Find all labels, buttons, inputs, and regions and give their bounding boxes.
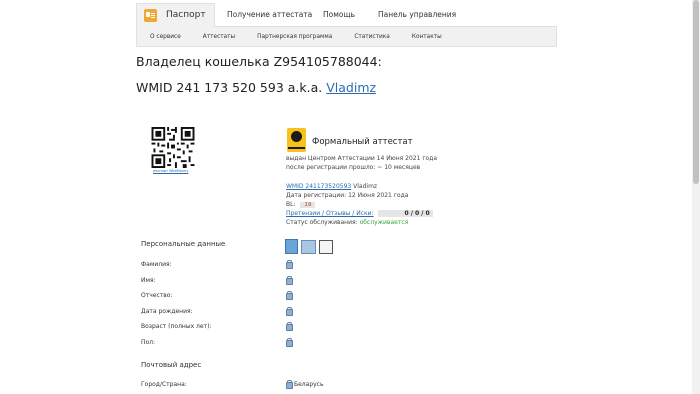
lock-icon	[286, 322, 293, 331]
tab-passport[interactable]: Паспорт	[136, 3, 215, 27]
scrollbar-thumb[interactable]	[693, 0, 699, 184]
attestat-title: Формальный аттестат	[312, 137, 413, 147]
owner-title: Владелец кошелька Z954105788044:	[136, 54, 382, 69]
row-country: Город/Страна:	[141, 381, 187, 388]
claims-link[interactable]: Претензии / Отзывы / Иски:	[286, 210, 374, 217]
reg-date: Дата регистрации: 12 Июня 2021 года	[286, 192, 409, 199]
lock-icon	[286, 307, 293, 316]
lock-icon	[286, 276, 293, 285]
lock-icon	[286, 260, 293, 269]
wmid-text: WMID 241 173 520 593 a.k.a.	[136, 80, 323, 95]
person-lock-icon[interactable]	[319, 240, 333, 254]
scrollbar[interactable]	[692, 0, 700, 394]
nick-link[interactable]: Vladimz	[326, 80, 376, 95]
header: Паспорт Получение аттестата Помощь Панел…	[136, 3, 557, 47]
personal-icons	[285, 239, 333, 254]
sub-nav: О сервисе Аттестаты Партнерская программ…	[136, 26, 557, 47]
bl-badge[interactable]: 19	[300, 202, 316, 208]
passport-icon	[144, 9, 157, 22]
qr-caption[interactable]: паспорт WebMoney	[153, 169, 188, 173]
row-birthdate: Дата рождения:	[141, 308, 193, 315]
lock-icon	[286, 380, 293, 389]
wmid-line: WMID 241 173 520 593 a.k.a. Vladimz	[136, 80, 376, 95]
wmid-link[interactable]: WMID 241173520593	[286, 183, 351, 190]
row-age: Возраст (полных лет):	[141, 323, 212, 330]
wmid-nick: Vladimz	[353, 183, 378, 190]
claims-row: Претензии / Отзывы / Иски: 0 / 0 / 0	[286, 210, 433, 217]
row-surname: Фамилия:	[141, 261, 172, 268]
country-value: Беларусь	[294, 381, 324, 388]
documents-icon[interactable]	[301, 240, 316, 254]
wmid-row: WMID 241173520593 Vladimz	[286, 183, 377, 190]
row-name: Имя:	[141, 277, 156, 284]
subnav-about[interactable]: О сервисе	[150, 34, 181, 40]
attestat-issued: выдан Центром Аттестации 14 Июня 2021 го…	[286, 155, 438, 162]
subnav-attestats[interactable]: Аттестаты	[203, 34, 235, 40]
status-value: обслуживается	[359, 219, 409, 226]
claims-counter: 0 / 0 / 0	[378, 210, 433, 217]
passport-doc-icon[interactable]	[285, 239, 298, 254]
bl-row: BL: 19	[286, 201, 316, 208]
attestat-after-reg: после регистрации прошло: ~ 10 месяцев	[286, 164, 421, 171]
top-nav: Паспорт Получение аттестата Помощь Панел…	[136, 3, 557, 27]
lock-icon	[286, 291, 293, 300]
qr-code	[151, 127, 195, 168]
tab-help[interactable]: Помощь	[323, 3, 355, 26]
personal-heading: Персональные данные	[141, 240, 226, 248]
attestat-logo-icon	[287, 128, 306, 152]
row-patronymic: Отчество:	[141, 292, 173, 299]
row-gender: Пол:	[141, 339, 156, 346]
bl-label: BL:	[286, 201, 296, 208]
tab-get-attestat[interactable]: Получение аттестата	[227, 3, 312, 26]
subnav-contacts[interactable]: Контакты	[412, 34, 442, 40]
lock-icon	[286, 338, 293, 347]
status-label: Статус обслуживания:	[286, 219, 358, 226]
subnav-stats[interactable]: Статистика	[354, 34, 390, 40]
status-row: Статус обслуживания: обслуживается	[286, 219, 408, 226]
tab-control-panel[interactable]: Панель управления	[378, 3, 456, 26]
subnav-partner[interactable]: Партнерская программа	[257, 34, 332, 40]
address-heading: Почтовый адрес	[141, 361, 202, 369]
tab-passport-label: Паспорт	[166, 10, 206, 20]
